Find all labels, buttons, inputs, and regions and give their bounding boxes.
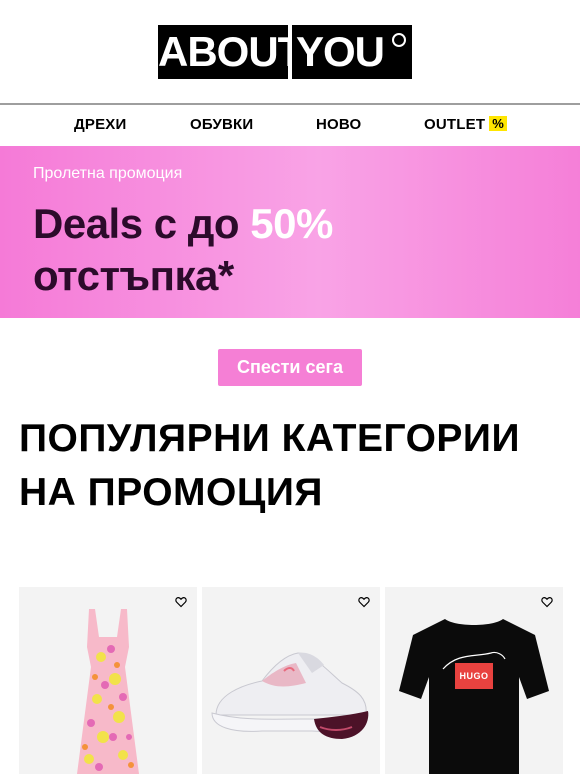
logo-about: ABOUT bbox=[158, 25, 303, 79]
banner-headline-part2: отстъпка* bbox=[33, 252, 234, 299]
main-nav: ДРЕХИ ОБУВКИ НОВО OUTLET% bbox=[0, 105, 580, 145]
logo-you-text: YOU bbox=[296, 28, 385, 75]
nav-item-outlet-label: OUTLET bbox=[424, 116, 486, 133]
banner-headline: Deals с до 50% отстъпка* bbox=[33, 198, 333, 302]
banner-headline-highlight: 50% bbox=[250, 200, 333, 247]
heart-icon[interactable] bbox=[541, 596, 553, 608]
logo-you: YOU bbox=[292, 25, 412, 79]
heart-icon[interactable] bbox=[358, 596, 370, 608]
save-now-button[interactable]: Спести сега bbox=[218, 349, 362, 386]
nav-item-clothing[interactable]: ДРЕХИ bbox=[74, 105, 126, 145]
tshirt-print-text: HUGO bbox=[459, 671, 489, 681]
dress-image bbox=[77, 609, 139, 774]
product-card-tshirt[interactable]: HUGO bbox=[385, 587, 563, 774]
product-card-sneaker[interactable] bbox=[202, 587, 380, 774]
outlet-percent-badge: % bbox=[489, 116, 507, 131]
logo-circle-icon bbox=[392, 33, 406, 47]
header: ABOUT YOU bbox=[0, 0, 580, 103]
nav-item-shoes[interactable]: ОБУВКИ bbox=[190, 105, 253, 145]
sneaker-image bbox=[211, 652, 369, 739]
banner-headline-part1: Deals с до bbox=[33, 200, 251, 247]
nav-item-new[interactable]: НОВО bbox=[316, 105, 361, 145]
promo-banner[interactable]: Пролетна промоция Deals с до 50% отстъпк… bbox=[0, 146, 580, 318]
product-cards: HUGO bbox=[19, 587, 580, 774]
nav-item-outlet[interactable]: OUTLET% bbox=[424, 105, 507, 145]
section-title: ПОПУЛЯРНИ КАТЕГОРИИ НА ПРОМОЦИЯ bbox=[19, 417, 520, 514]
about-you-logo[interactable]: ABOUT YOU bbox=[158, 25, 412, 79]
product-card-dress[interactable] bbox=[19, 587, 197, 774]
heart-icon[interactable] bbox=[175, 596, 187, 608]
banner-eyebrow: Пролетна промоция bbox=[33, 165, 183, 182]
